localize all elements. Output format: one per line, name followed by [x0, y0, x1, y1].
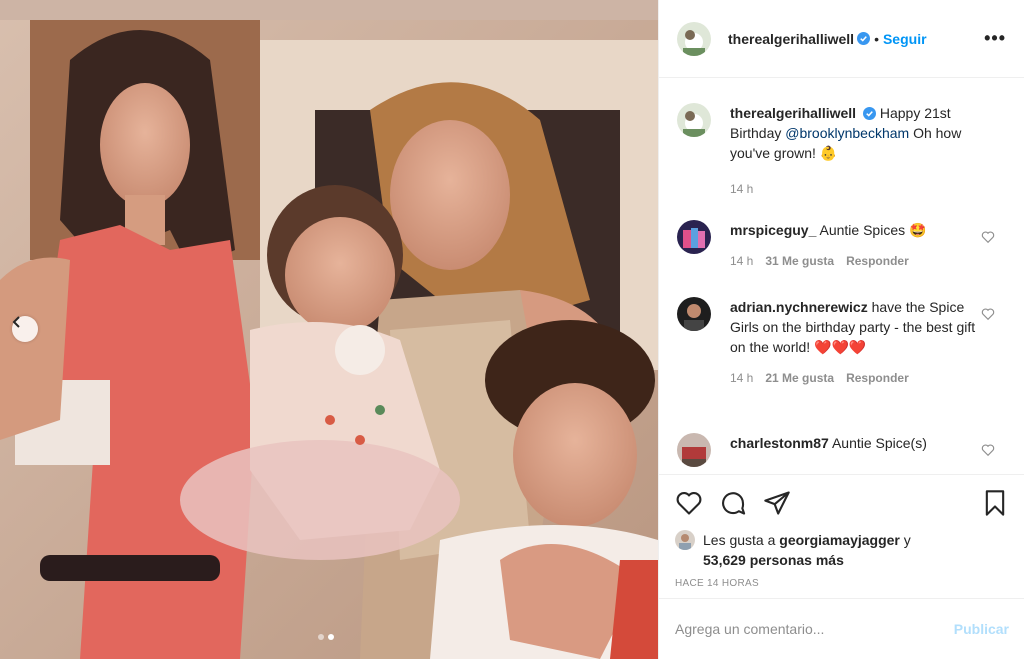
- header-separator: •: [874, 30, 879, 47]
- caption-mention-link[interactable]: @brooklynbeckham: [785, 125, 909, 141]
- add-comment-bar: Publicar: [659, 598, 1024, 659]
- likes-middle: y: [899, 532, 911, 548]
- liker-username[interactable]: georgiamayjagger: [779, 532, 900, 548]
- avatar-image: [677, 21, 711, 56]
- heart-outline-icon[interactable]: [981, 443, 995, 457]
- comment-time[interactable]: 14 h: [730, 368, 753, 388]
- reply-button[interactable]: Responder: [846, 368, 909, 388]
- post-header: therealgerihalliwell • Seguir •••: [659, 0, 1024, 78]
- comment-item: adrian.nychnerewicz have the Spice Girls…: [677, 297, 1007, 388]
- comment-likes-count[interactable]: 31 Me gusta: [765, 251, 834, 271]
- comment-input[interactable]: [675, 621, 954, 637]
- likes-others-count[interactable]: 53,629 personas más: [703, 552, 844, 568]
- comment-text: Auntie Spices 🤩: [819, 222, 927, 238]
- caption-avatar[interactable]: [677, 103, 711, 137]
- comment-text: Auntie Spice(s): [831, 435, 927, 451]
- chevron-left-icon: [12, 316, 20, 328]
- commenter-username[interactable]: charlestonm87: [730, 435, 829, 451]
- follow-button[interactable]: Seguir: [883, 31, 927, 47]
- comment-time[interactable]: 14 h: [730, 251, 753, 271]
- previous-image-button[interactable]: [12, 316, 38, 342]
- comments-list[interactable]: therealgerihalliwell Happy 21st Birthday…: [659, 79, 1024, 474]
- commenter-avatar[interactable]: [677, 297, 711, 331]
- commenter-avatar[interactable]: [677, 433, 711, 467]
- publish-button[interactable]: Publicar: [954, 621, 1009, 637]
- comment-likes-count[interactable]: 21 Me gusta: [765, 368, 834, 388]
- post-side-panel: therealgerihalliwell • Seguir ••• therea…: [658, 0, 1024, 659]
- verified-badge-icon: [862, 107, 876, 120]
- avatar-image: [677, 297, 711, 331]
- post-actions: Les gusta a georgiamayjagger y 53,629 pe…: [659, 474, 1024, 589]
- action-icons-row: [675, 487, 1009, 519]
- avatar-image: [677, 433, 711, 467]
- commenter-avatar[interactable]: [677, 220, 711, 254]
- like-heart-icon[interactable]: [675, 489, 703, 517]
- avatar-image: [677, 220, 711, 254]
- post-photo[interactable]: [0, 0, 658, 659]
- carousel-dot: [318, 634, 324, 640]
- author-avatar[interactable]: [677, 21, 711, 56]
- bookmark-save-icon[interactable]: [981, 489, 1009, 517]
- carousel-dots: [318, 634, 334, 640]
- comment-item: charlestonm87 Auntie Spice(s): [677, 433, 1007, 467]
- comment-item: mrspiceguy_ Auntie Spices 🤩 14 h 31 Me g…: [677, 220, 1007, 271]
- share-send-icon[interactable]: [763, 489, 791, 517]
- commenter-username[interactable]: adrian.nychnerewicz: [730, 299, 868, 315]
- comment-bubble-icon[interactable]: [719, 489, 747, 517]
- likes-prefix: Les gusta a: [703, 532, 780, 548]
- heart-outline-icon[interactable]: [981, 230, 995, 244]
- avatar-image: [677, 103, 711, 137]
- post-caption: therealgerihalliwell Happy 21st Birthday…: [677, 103, 1007, 199]
- post-timestamp[interactable]: HACE 14 HORAS: [675, 578, 1009, 589]
- more-options-button[interactable]: •••: [984, 28, 1006, 49]
- photo-image: [0, 0, 658, 659]
- avatar-image: [675, 530, 695, 550]
- liker-avatar[interactable]: [675, 530, 695, 550]
- caption-time[interactable]: 14 h: [730, 179, 753, 199]
- commenter-username[interactable]: mrspiceguy_: [730, 222, 816, 238]
- carousel-dot-active: [328, 634, 334, 640]
- likes-summary: Les gusta a georgiamayjagger y 53,629 pe…: [675, 530, 1009, 570]
- reply-button[interactable]: Responder: [846, 251, 909, 271]
- author-username[interactable]: therealgerihalliwell: [728, 31, 854, 47]
- caption-username[interactable]: therealgerihalliwell: [730, 105, 856, 121]
- heart-outline-icon[interactable]: [981, 307, 995, 321]
- verified-badge-icon: [857, 32, 871, 45]
